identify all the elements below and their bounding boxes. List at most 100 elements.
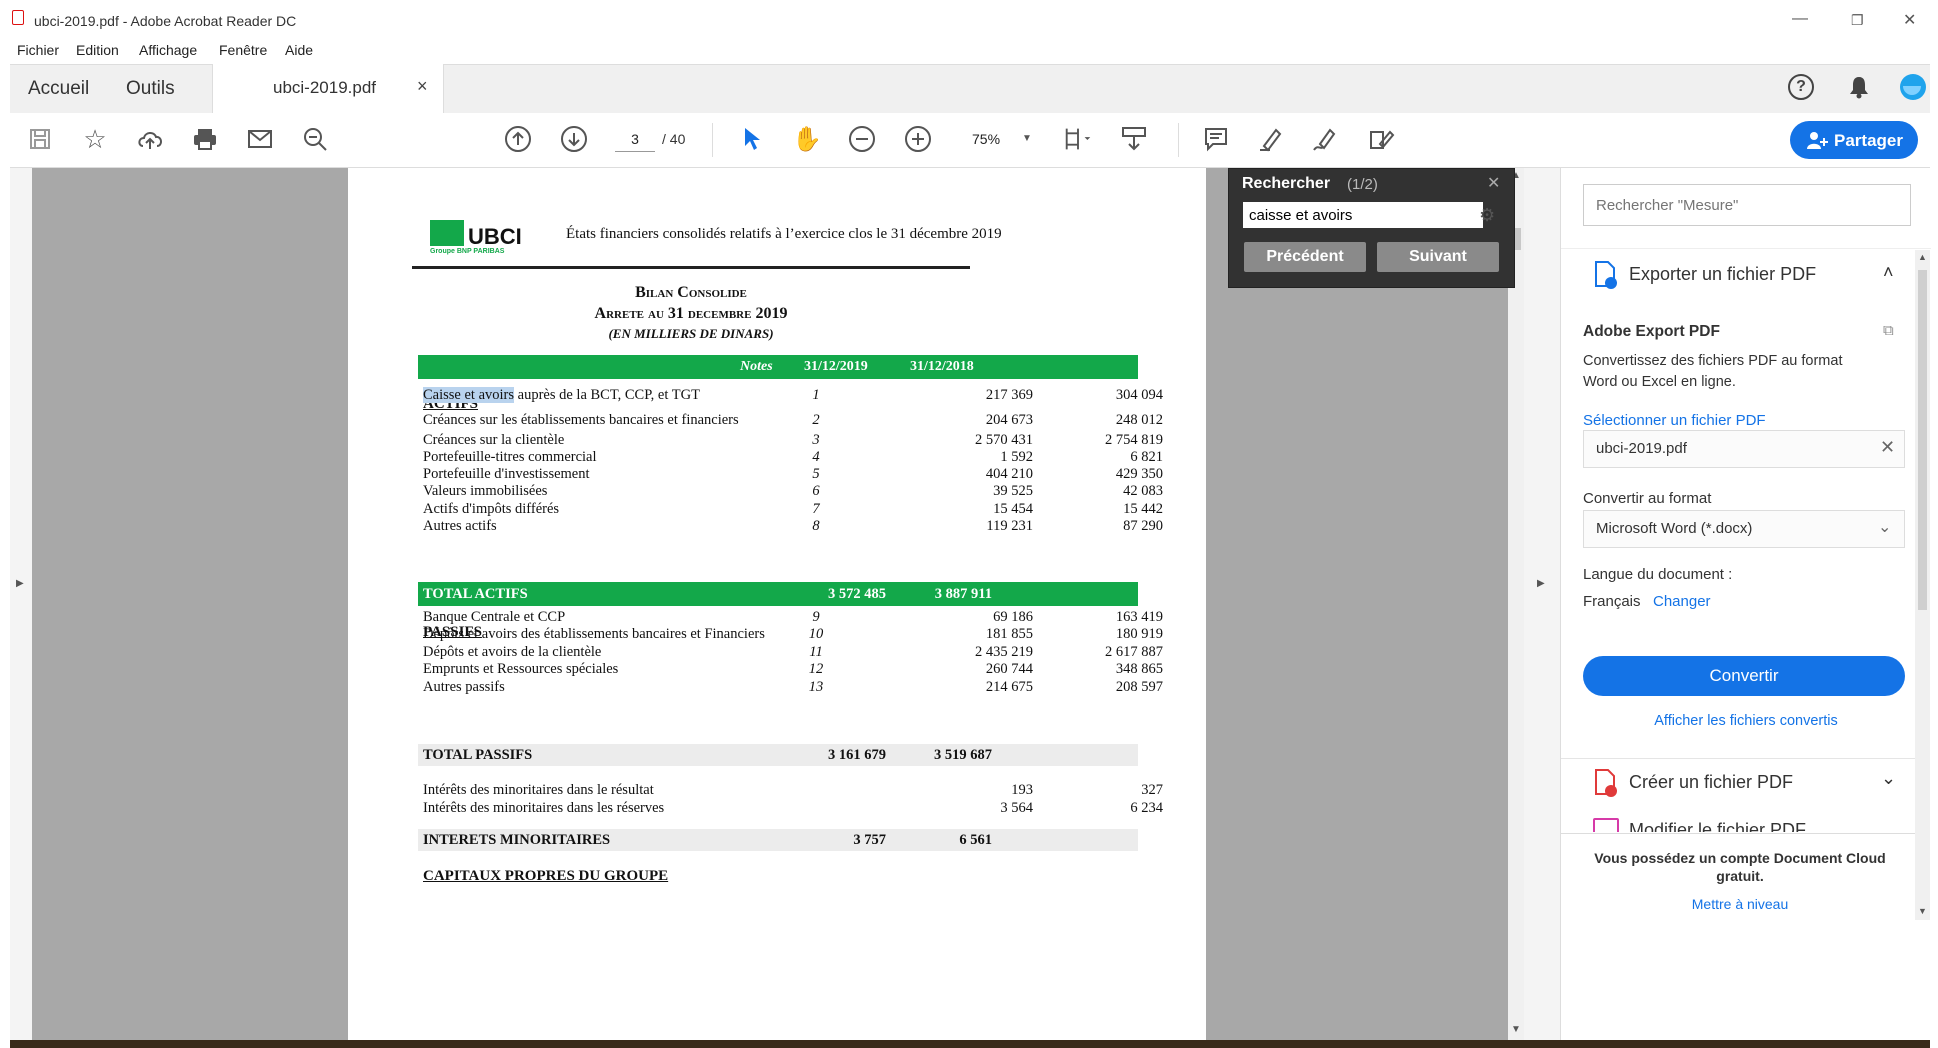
save-icon[interactable] xyxy=(24,123,56,155)
bell-icon[interactable] xyxy=(1848,75,1868,99)
menu-fenetre[interactable]: Fenêtre xyxy=(219,42,267,58)
tab-document[interactable]: ubci-2019.pdf × xyxy=(212,64,444,113)
view-converted-link[interactable]: Afficher les fichiers convertis xyxy=(1561,713,1931,729)
tab-accueil[interactable]: Accueil xyxy=(28,78,89,100)
row-note: 7 xyxy=(812,501,820,517)
upgrade-link[interactable]: Mettre à niveau xyxy=(1561,896,1919,912)
document-scrollbar[interactable]: ▲ ▼ xyxy=(1508,168,1524,1040)
row-note: 6 xyxy=(812,483,820,499)
comment-icon[interactable] xyxy=(1200,123,1232,155)
panel-scroll-thumb[interactable] xyxy=(1918,270,1927,610)
close-window-icon[interactable]: ✕ xyxy=(1903,10,1916,30)
row-value-2019: 1 592 xyxy=(1000,449,1033,465)
right-panel-toggle[interactable]: ▶ xyxy=(1524,168,1560,1040)
switch-account-icon[interactable]: ⧉ xyxy=(1883,322,1894,339)
service-desc-line1: Convertissez des fichiers PDF au format xyxy=(1583,353,1843,369)
export-pdf-title[interactable]: Exporter un fichier PDF xyxy=(1629,264,1816,285)
report-date: Arrete au 31 decembre 2019 xyxy=(594,305,788,322)
find-previous-button[interactable]: Précédent xyxy=(1244,242,1366,272)
panel-scroll-up-icon[interactable]: ▲ xyxy=(1918,252,1927,262)
print-icon[interactable] xyxy=(189,123,221,155)
hand-tool-icon[interactable]: ✋ xyxy=(791,123,823,155)
total-actifs-2019: 3 572 485 xyxy=(828,586,886,602)
tab-close-icon[interactable]: × xyxy=(417,76,428,97)
pdf-page[interactable]: UBCI Groupe BNP PARIBAS États financiers… xyxy=(348,168,1206,1040)
collapse-right-icon: ▶ xyxy=(1537,578,1545,589)
row-label: Dépôts et avoirs des établissements banc… xyxy=(423,626,765,643)
tab-outils[interactable]: Outils xyxy=(126,78,175,100)
chevron-up-icon[interactable]: ˄ xyxy=(1883,262,1894,283)
fill-sign-icon[interactable] xyxy=(1366,123,1398,155)
row-label-text: Intérêts des minoritaires dans le résult… xyxy=(423,782,654,798)
next-page-icon[interactable] xyxy=(558,123,590,155)
chevron-down-icon[interactable]: ⌄ xyxy=(1881,768,1896,789)
panel-scroll-down-icon[interactable]: ▼ xyxy=(1918,906,1927,916)
row-label: Autres actifs xyxy=(423,518,497,535)
edit-pdf-row[interactable]: Modifier le fichier PDF xyxy=(1561,810,1919,832)
find-next-button[interactable]: Suivant xyxy=(1377,242,1499,272)
page-layout-icon[interactable] xyxy=(1062,123,1094,155)
row-label-text: Dépôts et avoirs de la clientèle xyxy=(423,644,602,660)
cloud-upload-icon[interactable] xyxy=(134,123,166,155)
menu-aide[interactable]: Aide xyxy=(285,42,313,58)
report-unit: (EN MILLIERS DE DINARS) xyxy=(608,326,774,341)
zoom-value: 75% xyxy=(972,131,1001,147)
tab-document-label: ubci-2019.pdf xyxy=(273,78,377,97)
page-number-input[interactable]: 3 xyxy=(615,127,655,152)
panel-scrollbar[interactable]: ▲ ▼ xyxy=(1915,250,1930,920)
tab-bar: Accueil Outils ubci-2019.pdf × ? xyxy=(10,64,1930,114)
change-language-link[interactable]: Changer xyxy=(1653,593,1711,610)
scroll-mode-icon[interactable] xyxy=(1118,123,1150,155)
menu-affichage[interactable]: Affichage xyxy=(139,42,197,58)
format-select[interactable]: Microsoft Word (*.docx) ⌄ xyxy=(1583,510,1905,548)
find-settings-icon[interactable]: ⚙ xyxy=(1479,205,1495,226)
row-label-text: Portefeuille d'investissement xyxy=(423,466,590,482)
tools-search-input[interactable] xyxy=(1583,184,1911,226)
header-rule xyxy=(412,266,970,269)
restore-icon[interactable]: ❐ xyxy=(1851,12,1864,29)
zoom-search-icon[interactable] xyxy=(299,123,331,155)
help-icon[interactable]: ? xyxy=(1788,74,1814,100)
menu-fichier[interactable]: Fichier xyxy=(17,42,59,58)
table-row: Dépôts et avoirs des établissements banc… xyxy=(423,626,1163,646)
column-header-bar: Notes 31/12/2019 31/12/2018 xyxy=(418,355,1138,379)
select-cursor-icon[interactable] xyxy=(736,123,768,155)
zoom-out-icon[interactable] xyxy=(846,123,878,155)
account-icon[interactable] xyxy=(1900,74,1926,100)
create-pdf-title[interactable]: Créer un fichier PDF xyxy=(1629,772,1793,793)
scroll-down-icon[interactable]: ▼ xyxy=(1511,1024,1521,1035)
highlight-pen-icon[interactable] xyxy=(1255,123,1287,155)
zoom-in-icon[interactable] xyxy=(902,123,934,155)
previous-page-icon[interactable] xyxy=(502,123,534,155)
clear-file-icon[interactable]: ✕ xyxy=(1880,437,1895,458)
table-row: Intérêts des minoritaires dans les réser… xyxy=(423,800,1163,820)
find-close-icon[interactable]: ✕ xyxy=(1487,173,1500,193)
email-icon[interactable] xyxy=(244,123,276,155)
table-row: Valeurs immobilisées 6 39 525 42 083 xyxy=(423,483,1163,503)
zoom-select[interactable]: 75% ▼ xyxy=(960,127,1040,151)
row-value-2018: 42 083 xyxy=(1123,483,1163,499)
row-note: 12 xyxy=(808,661,824,677)
row-label: Actifs d'impôts différés xyxy=(423,501,559,518)
minimize-icon[interactable]: — xyxy=(1792,10,1808,28)
row-label: Créances sur les établissements bancaire… xyxy=(423,412,739,429)
row-value-2019: 69 186 xyxy=(993,609,1033,625)
convert-button[interactable]: Convertir xyxy=(1583,656,1905,696)
star-icon[interactable]: ☆ xyxy=(79,123,111,155)
menu-edition[interactable]: Edition xyxy=(76,42,119,58)
row-value-2019: 15 454 xyxy=(993,501,1033,517)
row-note: 5 xyxy=(812,466,820,482)
row-value-2018: 348 865 xyxy=(1115,661,1163,677)
select-file-link[interactable]: Sélectionner un fichier PDF xyxy=(1583,412,1766,429)
selected-file-field[interactable]: ubci-2019.pdf ✕ xyxy=(1583,430,1905,468)
page-total: / 40 xyxy=(662,131,686,147)
sign-icon[interactable] xyxy=(1310,123,1342,155)
row-value-2018: 6 821 xyxy=(1130,449,1163,465)
row-value-2019: 204 673 xyxy=(985,412,1033,428)
find-input[interactable] xyxy=(1243,202,1483,228)
row-label: Portefeuille-titres commercial xyxy=(423,449,597,466)
chevron-down-icon: ⌄ xyxy=(1878,519,1892,536)
share-button[interactable]: Partager xyxy=(1790,121,1918,159)
row-value-2019: 217 369 xyxy=(985,387,1033,403)
left-panel-toggle[interactable]: ▶ xyxy=(10,168,32,1040)
